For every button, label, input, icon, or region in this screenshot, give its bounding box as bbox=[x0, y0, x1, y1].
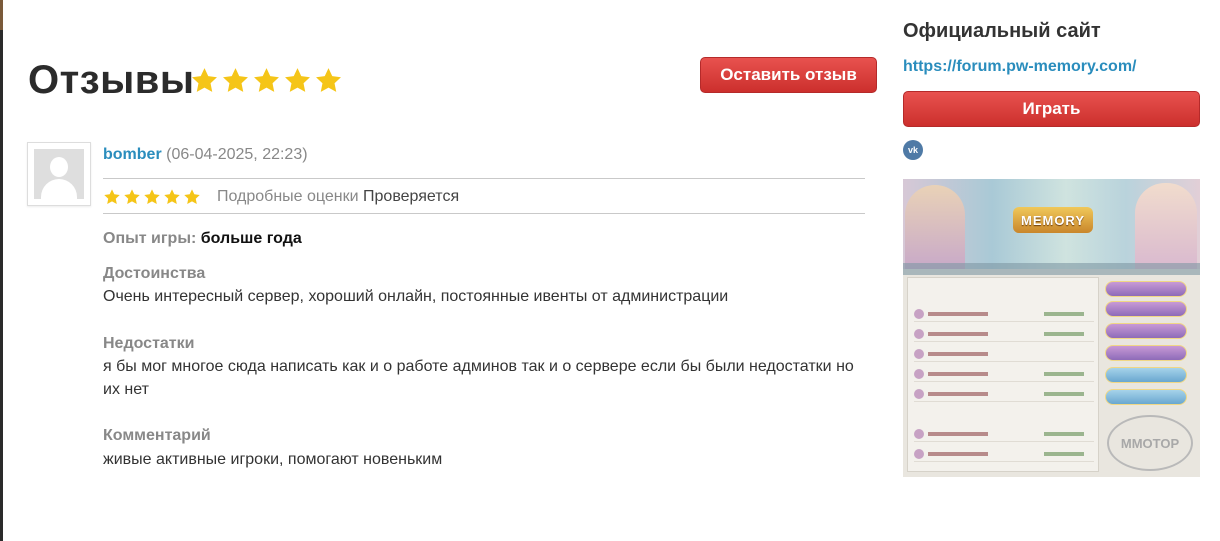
star-icon bbox=[283, 66, 312, 95]
screenshot-logo: MEMORY bbox=[1013, 207, 1093, 233]
star-icon bbox=[183, 188, 201, 206]
cons-text: я бы мог многое сюда написать как и о ра… bbox=[103, 358, 854, 398]
divider bbox=[103, 213, 865, 214]
experience: Опыт игры: больше года bbox=[103, 230, 302, 248]
sidebar-title: Официальный сайт bbox=[903, 20, 1101, 42]
detailed-ratings: Подробные оценки Проверяется bbox=[217, 188, 459, 206]
review-date: (06-04-2025, 22:23) bbox=[166, 146, 308, 163]
star-icon bbox=[143, 188, 161, 206]
review-author: bomber (06-04-2025, 22:23) bbox=[103, 146, 308, 164]
avatar bbox=[27, 142, 91, 206]
star-icon bbox=[314, 66, 343, 95]
official-site-link[interactable]: https://forum.pw-memory.com/ bbox=[903, 58, 1137, 76]
avatar-placeholder-icon bbox=[34, 149, 84, 199]
experience-label: Опыт игры: bbox=[103, 230, 197, 247]
detailed-ratings-label[interactable]: Подробные оценки bbox=[217, 188, 359, 205]
star-icon bbox=[163, 188, 181, 206]
divider bbox=[103, 178, 865, 179]
experience-value: больше года bbox=[200, 230, 302, 247]
cons-title: Недостатки bbox=[103, 335, 195, 352]
pros-title: Достоинства bbox=[103, 265, 206, 282]
comment-title: Комментарий bbox=[103, 427, 211, 444]
window-edge bbox=[0, 0, 3, 541]
star-icon bbox=[123, 188, 141, 206]
review-rating-stars bbox=[103, 188, 201, 206]
server-screenshot[interactable]: MEMORY MMOTOP bbox=[903, 179, 1200, 477]
star-icon bbox=[252, 66, 281, 95]
author-name-link[interactable]: bomber bbox=[103, 146, 162, 163]
detailed-ratings-status: Проверяется bbox=[363, 188, 460, 205]
star-icon bbox=[221, 66, 250, 95]
comment-text: живые активные игроки, помогают новеньки… bbox=[103, 451, 443, 468]
star-icon bbox=[103, 188, 121, 206]
title-rating-stars bbox=[190, 66, 343, 95]
star-icon bbox=[190, 66, 219, 95]
page-title: Отзывы bbox=[28, 58, 195, 102]
pros-text: Очень интересный сервер, хороший онлайн,… bbox=[103, 288, 729, 305]
watermark-stamp: MMOTOP bbox=[1107, 415, 1193, 471]
play-button[interactable]: Играть bbox=[903, 91, 1200, 127]
leave-review-button[interactable]: Оставить отзыв bbox=[700, 57, 877, 93]
vk-icon[interactable]: vk bbox=[903, 140, 923, 160]
